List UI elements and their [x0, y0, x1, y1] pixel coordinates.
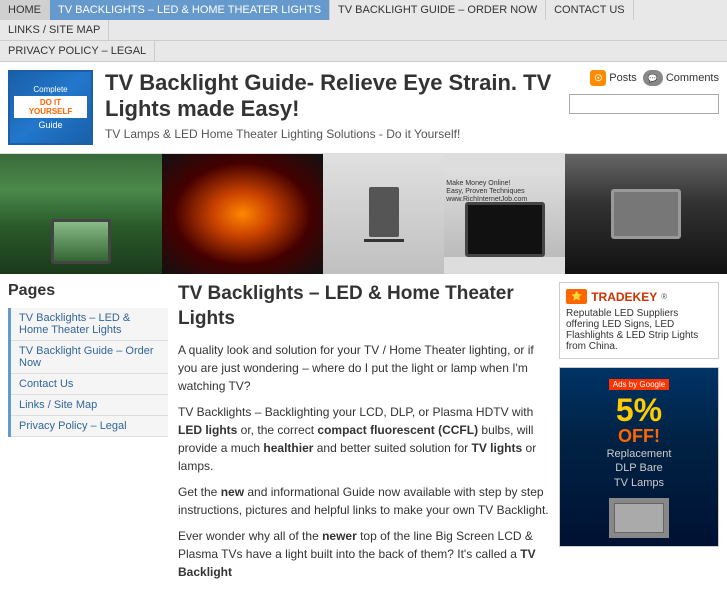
ad-description: Replacement DLP Bare TV Lamps: [568, 447, 710, 490]
nav-privacy[interactable]: PRIVACY POLICY – LEGAL: [0, 41, 155, 61]
tradekey-widget: ⭐ TRADEKEY ® Reputable LED Suppliers off…: [559, 282, 719, 359]
ad-image-placeholder: [609, 498, 669, 538]
site-subtitle: TV Lamps & LED Home Theater Lighting Sol…: [105, 127, 559, 141]
header-text-block: TV Backlight Guide- Relieve Eye Strain. …: [105, 70, 559, 141]
nav-backlight-guide[interactable]: TV BACKLIGHT GUIDE – ORDER NOW: [330, 0, 546, 20]
tradekey-header: ⭐ TRADEKEY ®: [566, 289, 712, 304]
sidebar-item-tv-backlights[interactable]: TV Backlights – LED & Home Theater Light…: [11, 308, 168, 341]
ad-off-text: OFF!: [568, 426, 710, 447]
content-bold-tvlights: TV lights: [472, 441, 523, 455]
tradekey-logo-text: TRADEKEY: [591, 290, 657, 304]
hero-panel-dark: [565, 154, 727, 274]
ad-line3: TV Lamps: [614, 477, 664, 489]
sidebar-link-contact[interactable]: Contact Us: [11, 374, 168, 394]
nav-tv-backlights[interactable]: TV BACKLIGHTS – LED & HOME THEATER LIGHT…: [50, 0, 330, 20]
content-bold-led: LED lights: [178, 423, 237, 437]
content-bold-new: new: [221, 485, 244, 499]
content-bold-ccfl: compact fluorescent (CCFL): [317, 423, 478, 437]
nav-links[interactable]: LINKS / SITE MAP: [0, 20, 109, 40]
top-navigation: HOME TV BACKLIGHTS – LED & HOME THEATER …: [0, 0, 727, 41]
hero-panel-nature: [0, 154, 162, 274]
content-para-1: A quality look and solution for your TV …: [178, 341, 549, 395]
posts-feed-label: Posts: [609, 72, 637, 84]
content-heading: TV Backlights – LED & Home Theater Light…: [178, 282, 549, 331]
search-input[interactable]: [569, 94, 719, 114]
logo-guide-text: Guide: [38, 120, 62, 130]
comments-icon: 💬: [643, 70, 663, 86]
sidebar-link-privacy[interactable]: Privacy Policy – Legal: [11, 416, 168, 436]
hero-banner: Make Money Online! Easy, Proven Techniqu…: [0, 154, 727, 274]
hero-tv-large: [465, 202, 545, 257]
content-bold-newer: newer: [322, 529, 357, 543]
comments-feed-label: Comments: [666, 72, 719, 84]
ad-line2: DLP Bare: [615, 462, 663, 474]
hero-tv-dark: [611, 189, 681, 239]
content-bold-healthier: healthier: [263, 441, 313, 455]
sidebar-heading: Pages: [8, 282, 168, 300]
content-para-3: Get the new and informational Guide now …: [178, 483, 549, 519]
header-right-block: ☉ Posts 💬 Comments: [569, 70, 719, 114]
main-content-area: Pages TV Backlights – LED & Home Theater…: [0, 274, 727, 597]
feed-buttons: ☉ Posts 💬 Comments: [590, 70, 719, 86]
tradekey-logo-icon: ⭐: [566, 289, 587, 304]
nav-home[interactable]: HOME: [0, 0, 50, 20]
left-sidebar: Pages TV Backlights – LED & Home Theater…: [8, 282, 168, 589]
sidebar-item-contact[interactable]: Contact Us: [11, 374, 168, 395]
sidebar-item-backlight-guide[interactable]: TV Backlight Guide – Order Now: [11, 341, 168, 374]
ad-widget[interactable]: Ads by Google 5% OFF! Replacement DLP Ba…: [559, 367, 719, 547]
sidebar-link-links[interactable]: Links / Site Map: [11, 395, 168, 415]
sidebar-link-backlight-guide[interactable]: TV Backlight Guide – Order Now: [11, 341, 168, 373]
tradekey-description: Reputable LED Suppliers offering LED Sig…: [566, 308, 712, 352]
content-para-4: Ever wonder why all of the newer top of …: [178, 527, 549, 581]
ad-percent: 5%: [568, 394, 710, 426]
sidebar-nav-list: TV Backlights – LED & Home Theater Light…: [8, 308, 168, 437]
second-navigation: PRIVACY POLICY – LEGAL: [0, 41, 727, 62]
content-para-2: TV Backlights – Backlighting your LCD, D…: [178, 403, 549, 475]
content-bold-tvbacklight: TV Backlight: [178, 547, 536, 579]
sidebar-item-links[interactable]: Links / Site Map: [11, 395, 168, 416]
site-header: Complete DO IT YOURSELF Guide TV Backlig…: [0, 62, 727, 154]
posts-feed-button[interactable]: ☉ Posts: [590, 70, 637, 86]
site-title: TV Backlight Guide- Relieve Eye Strain. …: [105, 70, 559, 123]
right-sidebar: ⭐ TRADEKEY ® Reputable LED Suppliers off…: [559, 282, 719, 589]
ad-line1: Replacement: [607, 448, 672, 460]
center-content: TV Backlights – LED & Home Theater Light…: [178, 282, 549, 589]
logo-diy-text: DO IT YOURSELF: [14, 96, 87, 118]
sidebar-link-tv-backlights[interactable]: TV Backlights – LED & Home Theater Light…: [11, 308, 168, 340]
hero-panel-fire: [162, 154, 324, 274]
sidebar-item-privacy[interactable]: Privacy Policy – Legal: [11, 416, 168, 437]
comments-feed-button[interactable]: 💬 Comments: [643, 70, 719, 86]
tradekey-registered: ®: [661, 292, 667, 301]
ad-badge: Ads by Google: [609, 379, 669, 390]
hero-panel-person: Make Money Online! Easy, Proven Techniqu…: [323, 154, 565, 274]
hero-tv-nature: [51, 219, 111, 264]
logo-complete-text: Complete: [33, 85, 67, 94]
nav-contact[interactable]: CONTACT US: [546, 0, 634, 20]
rss-icon: ☉: [590, 70, 606, 86]
site-logo: Complete DO IT YOURSELF Guide: [8, 70, 93, 145]
